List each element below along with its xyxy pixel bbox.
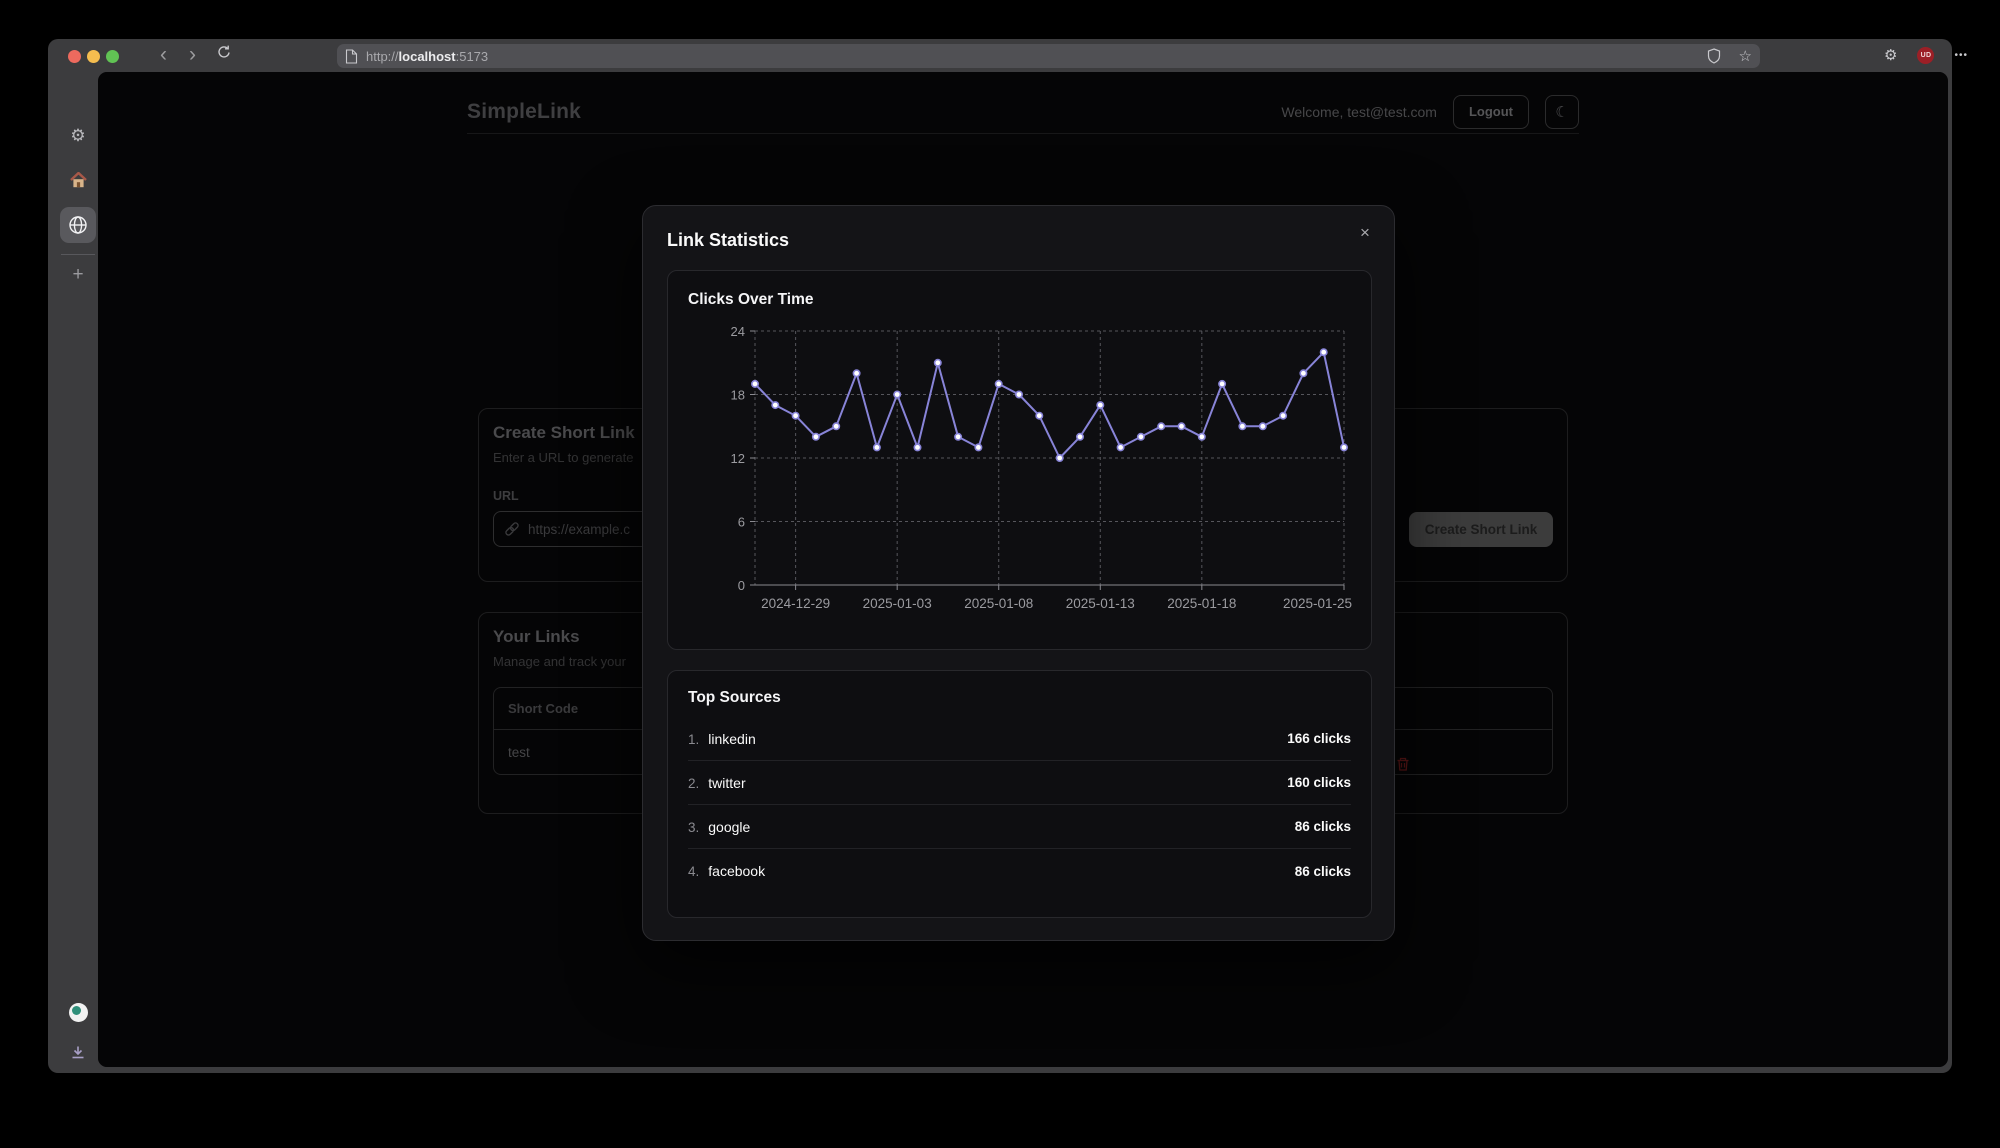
source-clicks: 166 clicks	[1287, 731, 1351, 746]
clicks-over-time-chart: 0 6 12 18 24 2024-12-29 2025-01-03 2025-01-08 20…	[688, 317, 1352, 617]
close-icon: ×	[1360, 223, 1370, 242]
privacy-eye-icon[interactable]	[67, 1001, 89, 1023]
source-name: linkedin	[708, 731, 755, 747]
list-item: 3. google 86 clicks	[688, 805, 1351, 849]
bookmark-star-icon[interactable]: ☆	[1739, 49, 1752, 64]
source-rank: 2.	[688, 776, 699, 791]
source-rank: 3.	[688, 820, 699, 835]
svg-text:2025-01-18: 2025-01-18	[1167, 596, 1236, 611]
browser-window: ‹ › http://localhost:5173	[48, 39, 1952, 1073]
svg-text:2025-01-03: 2025-01-03	[863, 596, 932, 611]
sidebar-settings-gear-icon[interactable]: ⚙	[66, 124, 90, 148]
browser-titlebar: ‹ › http://localhost:5173	[48, 39, 1952, 72]
extensions-gear-icon[interactable]: ⚙	[1884, 48, 1897, 63]
svg-text:2025-01-25: 2025-01-25	[1283, 596, 1352, 611]
forward-icon[interactable]: ›	[189, 39, 196, 72]
source-clicks: 160 clicks	[1287, 775, 1351, 790]
modal-close-button[interactable]: ×	[1352, 220, 1378, 246]
link-statistics-modal: Link Statistics × Clicks Over Time 0 6 12 1…	[642, 205, 1395, 941]
desktop: ‹ › http://localhost:5173	[0, 0, 2000, 1148]
list-item: 4. facebook 86 clicks	[688, 849, 1351, 893]
top-sources-list: 1. linkedin 166 clicks 2. twitter 160 clic…	[688, 717, 1351, 893]
source-name: google	[708, 819, 750, 835]
page-document-icon	[345, 49, 358, 64]
top-sources-title: Top Sources	[688, 689, 1351, 707]
menu-ellipsis-icon[interactable]: •••	[1954, 50, 1968, 61]
back-icon[interactable]: ‹	[160, 39, 167, 72]
sidebar-divider	[61, 254, 95, 255]
top-sources-card: Top Sources 1. linkedin 166 clicks 2. twit…	[667, 670, 1372, 918]
list-item: 1. linkedin 166 clicks	[688, 717, 1351, 761]
svg-text:2024-12-29: 2024-12-29	[761, 596, 830, 611]
chart-area: 0 6 12 18 24 2024-12-29 2025-01-03 2025-01-08 20…	[688, 317, 1351, 617]
home-icon	[70, 172, 87, 188]
maximize-window-button[interactable]	[106, 50, 119, 63]
new-tab-plus-icon[interactable]: +	[66, 263, 90, 287]
svg-text:2025-01-08: 2025-01-08	[964, 596, 1033, 611]
globe-icon	[68, 215, 88, 235]
list-item: 2. twitter 160 clicks	[688, 761, 1351, 805]
svg-text:6: 6	[738, 515, 745, 530]
clicks-over-time-card: Clicks Over Time 0 6 12 18 24 2024-12-29 2025-…	[667, 270, 1372, 650]
sidebar-home-tab[interactable]	[66, 168, 90, 192]
svg-text:18: 18	[731, 388, 745, 403]
sidebar-active-tab[interactable]	[60, 207, 96, 243]
modal-title: Link Statistics	[667, 230, 1370, 251]
source-clicks: 86 clicks	[1295, 819, 1351, 834]
browser-viewport: SimpleLink Welcome, test@test.com Logout…	[98, 72, 1948, 1067]
url-bar[interactable]: http://localhost:5173 ☆	[337, 44, 1760, 68]
source-rank: 4.	[688, 864, 699, 879]
extension-badge[interactable]: UD	[1917, 47, 1934, 64]
source-clicks: 86 clicks	[1295, 864, 1351, 879]
source-name: twitter	[708, 775, 745, 791]
toolbar-right-icons: ⚙ UD •••	[1884, 39, 1968, 72]
source-name: facebook	[708, 863, 765, 879]
url-text: http://localhost:5173	[366, 49, 488, 64]
minimize-window-button[interactable]	[87, 50, 100, 63]
source-rank: 1.	[688, 732, 699, 747]
svg-text:24: 24	[731, 324, 745, 339]
svg-text:0: 0	[738, 578, 745, 593]
chart-title: Clicks Over Time	[688, 291, 1351, 309]
downloads-icon[interactable]	[67, 1042, 89, 1064]
close-window-button[interactable]	[68, 50, 81, 63]
svg-text:12: 12	[731, 451, 745, 466]
svg-text:2025-01-13: 2025-01-13	[1066, 596, 1135, 611]
shield-icon[interactable]	[1707, 48, 1721, 64]
